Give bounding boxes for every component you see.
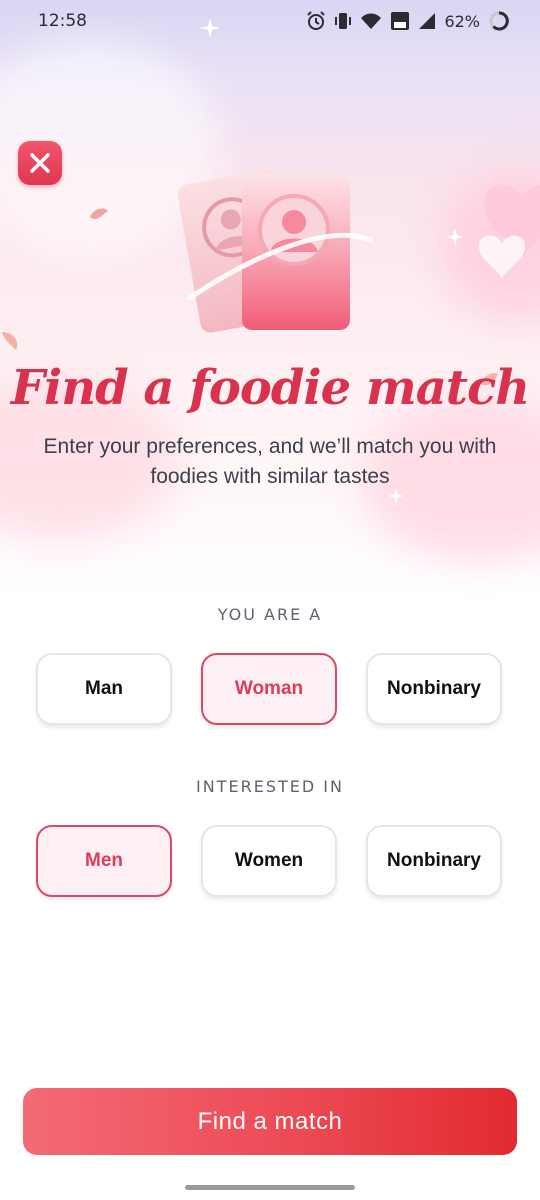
- you-are-option-nonbinary[interactable]: Nonbinary: [366, 653, 502, 725]
- battery-percentage: 62%: [444, 11, 480, 31]
- page-title: Find a foodie match: [10, 360, 530, 416]
- interested-in-option-women[interactable]: Women: [201, 825, 337, 897]
- petal-icon: [90, 208, 108, 220]
- you-are-option-man[interactable]: Man: [36, 653, 172, 725]
- signal-icon: [419, 13, 436, 29]
- alarm-icon: [307, 11, 326, 30]
- status-bar: 12:58 62%: [0, 0, 540, 42]
- interested-in-option-nonbinary[interactable]: Nonbinary: [366, 825, 502, 897]
- close-button[interactable]: [18, 141, 62, 185]
- find-match-button[interactable]: Find a match: [23, 1088, 517, 1155]
- page-subtitle: Enter your preferences, and we’ll match …: [43, 435, 497, 488]
- heart-icon: [478, 184, 540, 278]
- status-time: 12:58: [38, 11, 87, 31]
- volte-icon: [391, 12, 410, 30]
- you-are-option-woman[interactable]: Woman: [201, 653, 337, 725]
- interested-in-option-men[interactable]: Men: [36, 825, 172, 897]
- home-indicator[interactable]: [185, 1185, 355, 1190]
- profile-cards-icon: [177, 170, 373, 333]
- you-are-label: YOU ARE A: [217, 605, 323, 624]
- interested-in-label: INTERESTED IN: [196, 777, 344, 796]
- petal-icon: [2, 332, 18, 350]
- battery-icon: [489, 11, 509, 31]
- close-icon: [30, 153, 50, 173]
- status-icons: 62%: [306, 10, 510, 32]
- hero-background: 12:58 62% Find a foodie match Enter your…: [0, 0, 540, 600]
- sparkle-icon: [446, 228, 464, 246]
- vibrate-icon: [335, 13, 352, 29]
- wifi-icon: [361, 13, 382, 29]
